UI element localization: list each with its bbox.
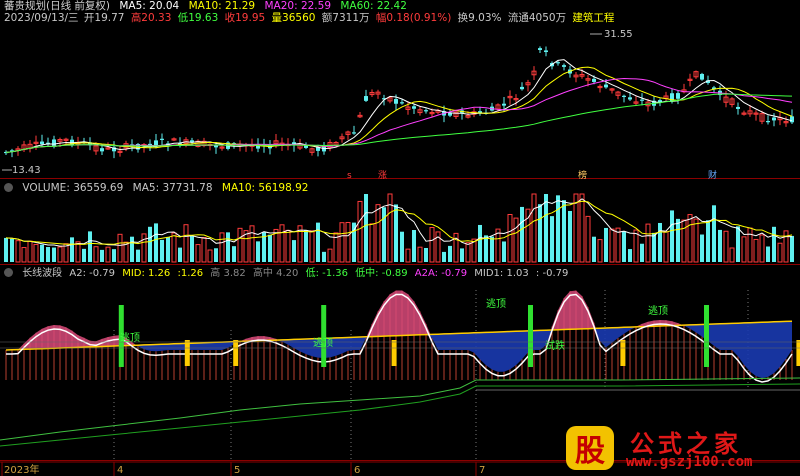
volume-bars	[4, 193, 794, 263]
event-marker: 涨	[378, 170, 387, 181]
site-watermark: 股 公式之家 www.gszj100.com	[560, 424, 800, 476]
test-dip-label: 试跌	[545, 339, 565, 352]
time-label: 7	[479, 465, 485, 476]
event-marker: 榜	[578, 169, 587, 181]
time-label: 5	[234, 465, 240, 476]
escape-top-label: 逃顶	[313, 336, 333, 349]
time-label: 6	[354, 465, 360, 476]
escape-top-label: 逃顶	[120, 331, 140, 344]
candlestick-series	[4, 46, 794, 159]
moving-average-lines	[5, 59, 793, 153]
indicator-plot	[0, 290, 800, 447]
time-label: 2023年	[4, 463, 39, 476]
chart-canvas[interactable]: 31.55 13.43 s 涨 榜 财 逃顶 逃顶 逃顶 逃顶 试跌 2023年…	[0, 0, 800, 476]
volume-ma-lines	[5, 198, 793, 247]
low-price-label: 13.43	[12, 165, 41, 176]
event-marker: s	[347, 171, 352, 181]
high-price-label: 31.55	[604, 29, 633, 40]
escape-top-label: 逃顶	[648, 304, 668, 317]
time-label: 4	[117, 465, 123, 476]
site-logo-badge: 股	[566, 426, 614, 470]
event-marker: 财	[708, 169, 717, 181]
price-annotations: 31.55 13.43 s 涨 榜 财	[2, 29, 717, 181]
escape-top-label: 逃顶	[486, 297, 506, 310]
site-url: www.gszj100.com	[626, 454, 753, 470]
